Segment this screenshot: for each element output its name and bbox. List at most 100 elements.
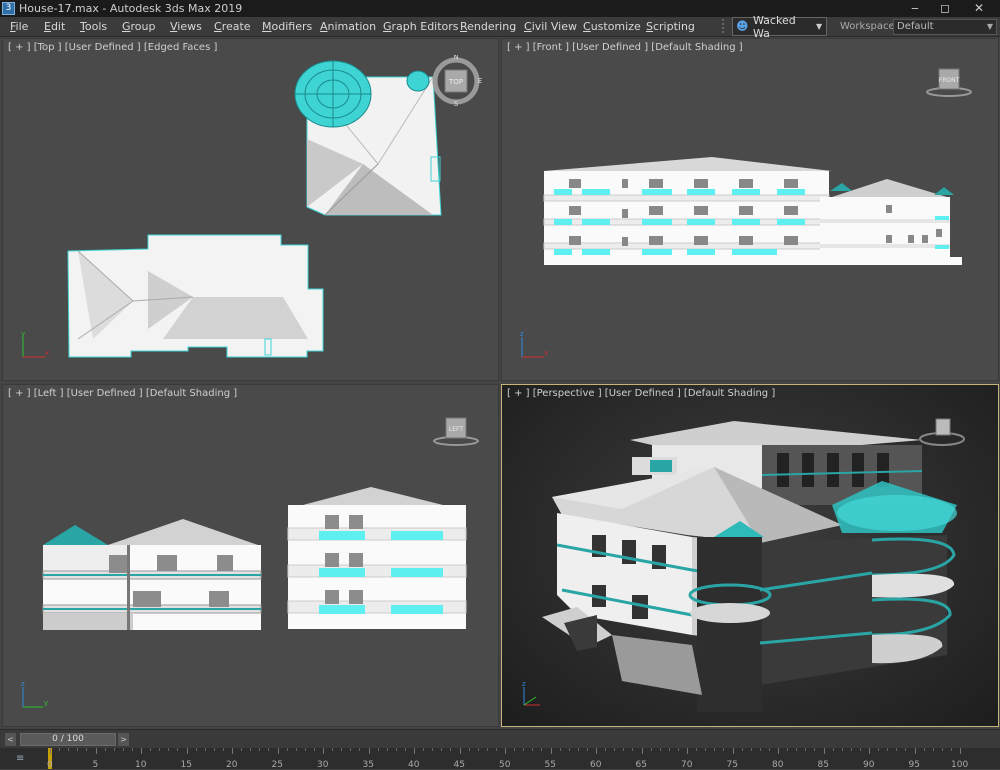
viewport-label-front[interactable]: [ + ] [Front ] [User Defined ] [Default … (507, 42, 743, 53)
compass-north: N (453, 55, 458, 61)
timeline-minor-tick (159, 748, 161, 751)
timeline-minor-tick (195, 748, 197, 751)
timeline-minor-tick (450, 748, 452, 751)
timeline-tick-mark (596, 748, 597, 754)
left-view-scene (42, 487, 467, 630)
timeline-minor-tick (859, 748, 861, 751)
timeline-minor-tick (213, 748, 215, 751)
timeline-minor-tick (259, 748, 261, 751)
menu-rendering[interactable]: Rendering (460, 19, 516, 35)
timeline-tick-mark (50, 748, 51, 754)
workspaces-value: Default (897, 21, 934, 32)
viewport-label-top[interactable]: [ + ] [Top ] [User Defined ] [Edged Face… (8, 42, 217, 53)
time-slider[interactable]: 0 / 100 (20, 733, 116, 746)
menu-graph-editors[interactable]: Graph Editors (383, 19, 459, 35)
viewport-label-left[interactable]: [ + ] [Left ] [User Defined ] [Default S… (8, 388, 237, 399)
timeline-minor-tick (150, 748, 152, 751)
menu-views[interactable]: Views (170, 19, 202, 35)
timeline-minor-tick (532, 748, 534, 751)
axis-tripod-left: zy (17, 680, 51, 714)
timeline-minor-tick (477, 748, 479, 751)
timeline-tick-mark (277, 748, 279, 754)
timeline-tick-mark (823, 748, 825, 754)
timeline-minor-tick (304, 748, 306, 751)
menu-tools[interactable]: Tools (80, 19, 107, 35)
timeline-minor-tick (623, 748, 625, 751)
viewcube-face-label: TOP (448, 78, 463, 86)
viewport-label-perspective[interactable]: [ + ] [Perspective ] [User Defined ] [De… (507, 388, 775, 399)
menu-group[interactable]: Group (122, 19, 156, 35)
app-icon[interactable]: 3 (2, 2, 15, 15)
timeline-minor-tick (741, 748, 743, 751)
timeline-tick-mark (687, 748, 688, 754)
viewport-front[interactable]: [ + ] [Front ] [User Defined ] [Default … (501, 38, 999, 381)
menu-animation[interactable]: Animation (320, 19, 376, 35)
timeline-minor-tick (168, 748, 170, 751)
timeline-minor-tick (514, 748, 516, 751)
timeline-minor-tick (395, 748, 397, 751)
menu-modifiers[interactable]: Modifiers (262, 19, 312, 35)
menu-civil-view[interactable]: Civil View (524, 19, 577, 35)
timeline-minor-tick (286, 748, 288, 751)
timeline-minor-tick (86, 748, 88, 751)
next-frame-button[interactable]: > (118, 733, 129, 746)
window-title: House-17.max - Autodesk 3ds Max 2019 (19, 2, 243, 15)
timeline-minor-tick (559, 748, 561, 751)
axis-x-label: x (45, 349, 49, 357)
chevron-down-icon: ▼ (816, 22, 823, 31)
timeline-minor-tick (341, 748, 343, 751)
timeline-minor-tick (950, 748, 952, 751)
timeline-minor-tick (896, 748, 898, 751)
timeline-tick-mark (95, 748, 97, 754)
timeline-minor-tick (204, 748, 206, 751)
user-icon: ☻ (736, 18, 749, 33)
timeline-tick-mark (960, 748, 961, 754)
toolbar-grip[interactable] (722, 19, 730, 33)
timeline-tick-mark (778, 748, 779, 754)
timeline-minor-tick (750, 748, 752, 751)
frame-counter: 0 / 100 (52, 734, 84, 744)
prev-frame-button[interactable]: < (5, 733, 16, 746)
axis-tripod-front: zx (516, 330, 550, 364)
workspaces-select[interactable]: Default ▼ (893, 19, 997, 35)
timeline-minor-tick (586, 748, 588, 751)
viewcube-face-label: LEFT (449, 426, 463, 433)
timeline-minor-tick (541, 748, 543, 751)
menu-edit[interactable]: Edit (44, 19, 65, 35)
viewcube-face-label: FRONT (939, 77, 960, 84)
timeline-minor-tick (495, 748, 497, 751)
close-button[interactable]: ✕ (964, 0, 994, 17)
timeline-minor-tick (241, 748, 243, 751)
axis-z-label: z (21, 681, 25, 688)
viewport-perspective[interactable]: [ + ] [Perspective ] [User Defined ] [De… (501, 384, 999, 727)
timeline-minor-tick (932, 748, 934, 751)
timeline-minor-tick (332, 748, 334, 751)
menu-scripting[interactable]: Scripting (646, 19, 695, 35)
timeline-minor-tick (359, 748, 361, 751)
menu-file[interactable]: File (10, 19, 28, 35)
timeline-tick-mark (459, 748, 461, 754)
timeline-track[interactable]: ≡ 0 5 10 15 20 25 30 35 40 45 50 55 60 65 70 75 80 85 90 95… (0, 748, 1000, 770)
timeline-minor-tick (841, 748, 843, 751)
user-account-dropdown[interactable]: ☻ Wacked Wa ▼ (732, 14, 827, 40)
viewport-top[interactable]: [ + ] [Top ] [User Defined ] [Edged Face… (2, 38, 499, 381)
viewcube-left[interactable]: LEFT (431, 417, 481, 447)
key-filter-icon[interactable]: ≡ (16, 753, 24, 764)
viewcube-front[interactable]: FRONT (924, 67, 974, 99)
timeline-minor-tick (768, 748, 770, 751)
timeline-minor-tick (832, 748, 834, 751)
timeline-minor-tick (104, 748, 106, 751)
axis-z-label: z (520, 331, 524, 338)
menu-customize[interactable]: Customize (583, 19, 641, 35)
menu-create[interactable]: Create (214, 19, 251, 35)
maximize-button[interactable]: ◻ (930, 0, 960, 17)
viewcube-top[interactable]: TOP N S E (430, 53, 482, 108)
timeline-minor-tick (814, 748, 816, 751)
timeline-minor-tick (113, 748, 115, 751)
timeline-tick-mark (869, 748, 870, 754)
minimize-button[interactable]: ‒ (900, 0, 930, 17)
compass-east: E (478, 77, 482, 85)
axis-tripod-perspective: z (516, 680, 550, 714)
perspective-view-scene (542, 418, 965, 712)
viewport-left[interactable]: [ + ] [Left ] [User Defined ] [Default S… (2, 384, 499, 727)
